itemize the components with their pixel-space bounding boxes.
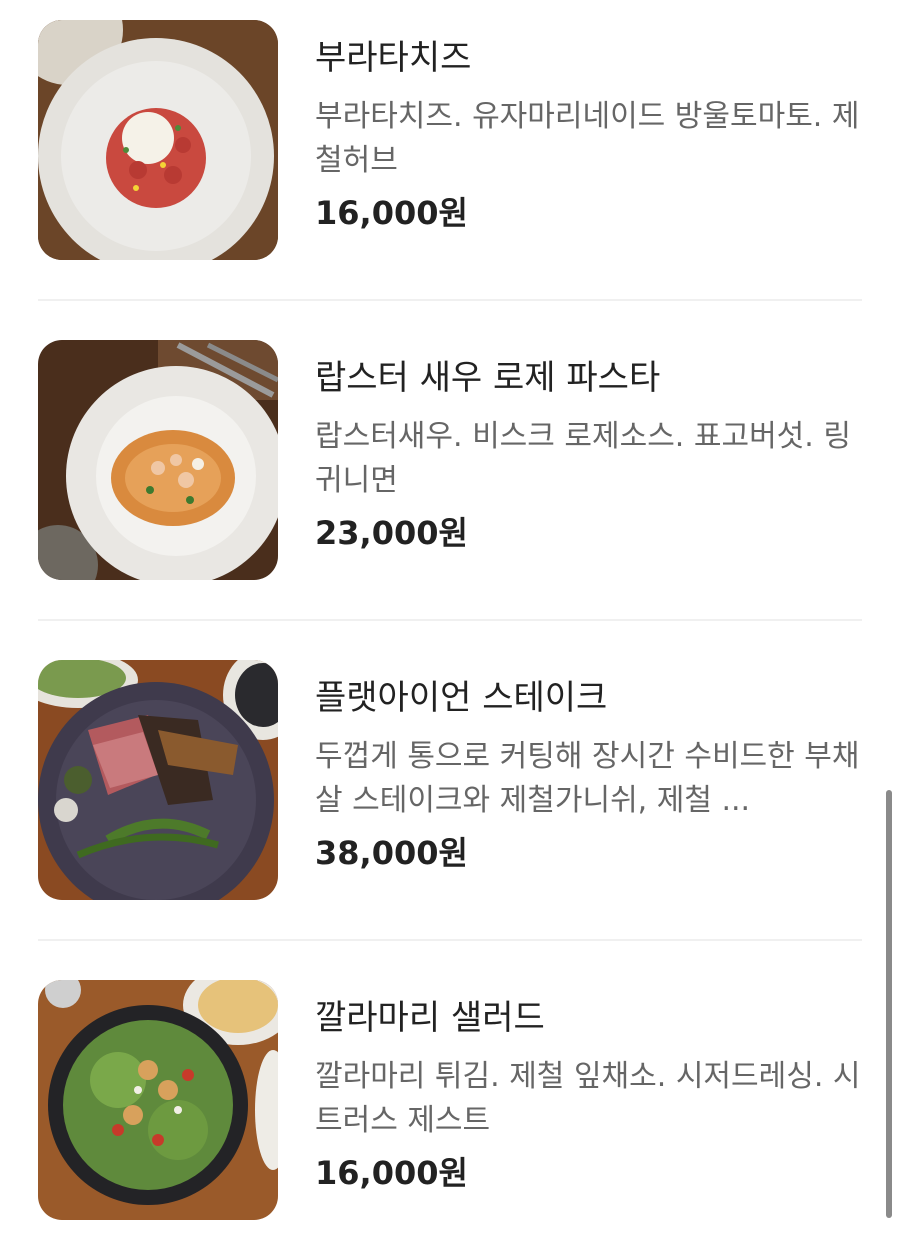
menu-item-price: 16,000원 <box>315 1154 468 1192</box>
menu-item-info: 플랫아이언 스테이크 두껍게 통으로 커팅해 장시간 수비드한 부채살 스테이크… <box>315 660 862 873</box>
menu-item-burrata[interactable]: 부라타치즈 부라타치즈. 유자마리네이드 방울토마토. 제철허브 16,000원 <box>38 20 862 260</box>
menu-item-title: 깔라마리 샐러드 <box>315 998 545 1038</box>
divider <box>38 939 862 941</box>
menu-item-title: 부라타치즈 <box>315 38 472 78</box>
menu-item-lobster-pasta[interactable]: 랍스터 새우 로제 파스타 랍스터새우. 비스크 로제소스. 표고버섯. 링귀니… <box>38 340 862 580</box>
menu-item-image[interactable] <box>38 660 278 900</box>
scrollbar-thumb[interactable] <box>886 790 892 1218</box>
menu-item-title: 플랫아이언 스테이크 <box>315 678 608 718</box>
divider <box>38 299 862 301</box>
menu-item-calamari-salad[interactable]: 깔라마리 샐러드 깔라마리 튀김. 제철 잎채소. 시저드레싱. 시트러스 제스… <box>38 980 862 1220</box>
menu-item-info: 깔라마리 샐러드 깔라마리 튀김. 제철 잎채소. 시저드레싱. 시트러스 제스… <box>315 980 862 1193</box>
menu-item-title: 랍스터 새우 로제 파스타 <box>315 358 661 398</box>
menu-item-description: 깔라마리 튀김. 제철 잎채소. 시저드레싱. 시트러스 제스트 <box>315 1059 861 1138</box>
menu-item-description: 랍스터새우. 비스크 로제소스. 표고버섯. 링귀니면 <box>315 419 851 498</box>
menu-item-info: 랍스터 새우 로제 파스타 랍스터새우. 비스크 로제소스. 표고버섯. 링귀니… <box>315 340 862 553</box>
menu-list: 부라타치즈 부라타치즈. 유자마리네이드 방울토마토. 제철허브 16,000원 <box>38 20 862 1220</box>
menu-item-price: 23,000원 <box>315 514 468 552</box>
menu-item-info: 부라타치즈 부라타치즈. 유자마리네이드 방울토마토. 제철허브 16,000원 <box>315 20 862 233</box>
menu-item-price: 38,000원 <box>315 834 468 872</box>
menu-item-price: 16,000원 <box>315 194 468 232</box>
menu-item-image[interactable] <box>38 20 278 260</box>
menu-item-flat-iron-steak[interactable]: 플랫아이언 스테이크 두껍게 통으로 커팅해 장시간 수비드한 부채살 스테이크… <box>38 660 862 900</box>
scrollbar[interactable] <box>886 0 892 1245</box>
menu-item-description: 부라타치즈. 유자마리네이드 방울토마토. 제철허브 <box>315 99 860 178</box>
menu-item-description: 두껍게 통으로 커팅해 장시간 수비드한 부채살 스테이크와 제철가니쉬, 제철… <box>315 739 860 818</box>
menu-item-image[interactable] <box>38 980 278 1220</box>
menu-item-image[interactable] <box>38 340 278 580</box>
divider <box>38 619 862 621</box>
